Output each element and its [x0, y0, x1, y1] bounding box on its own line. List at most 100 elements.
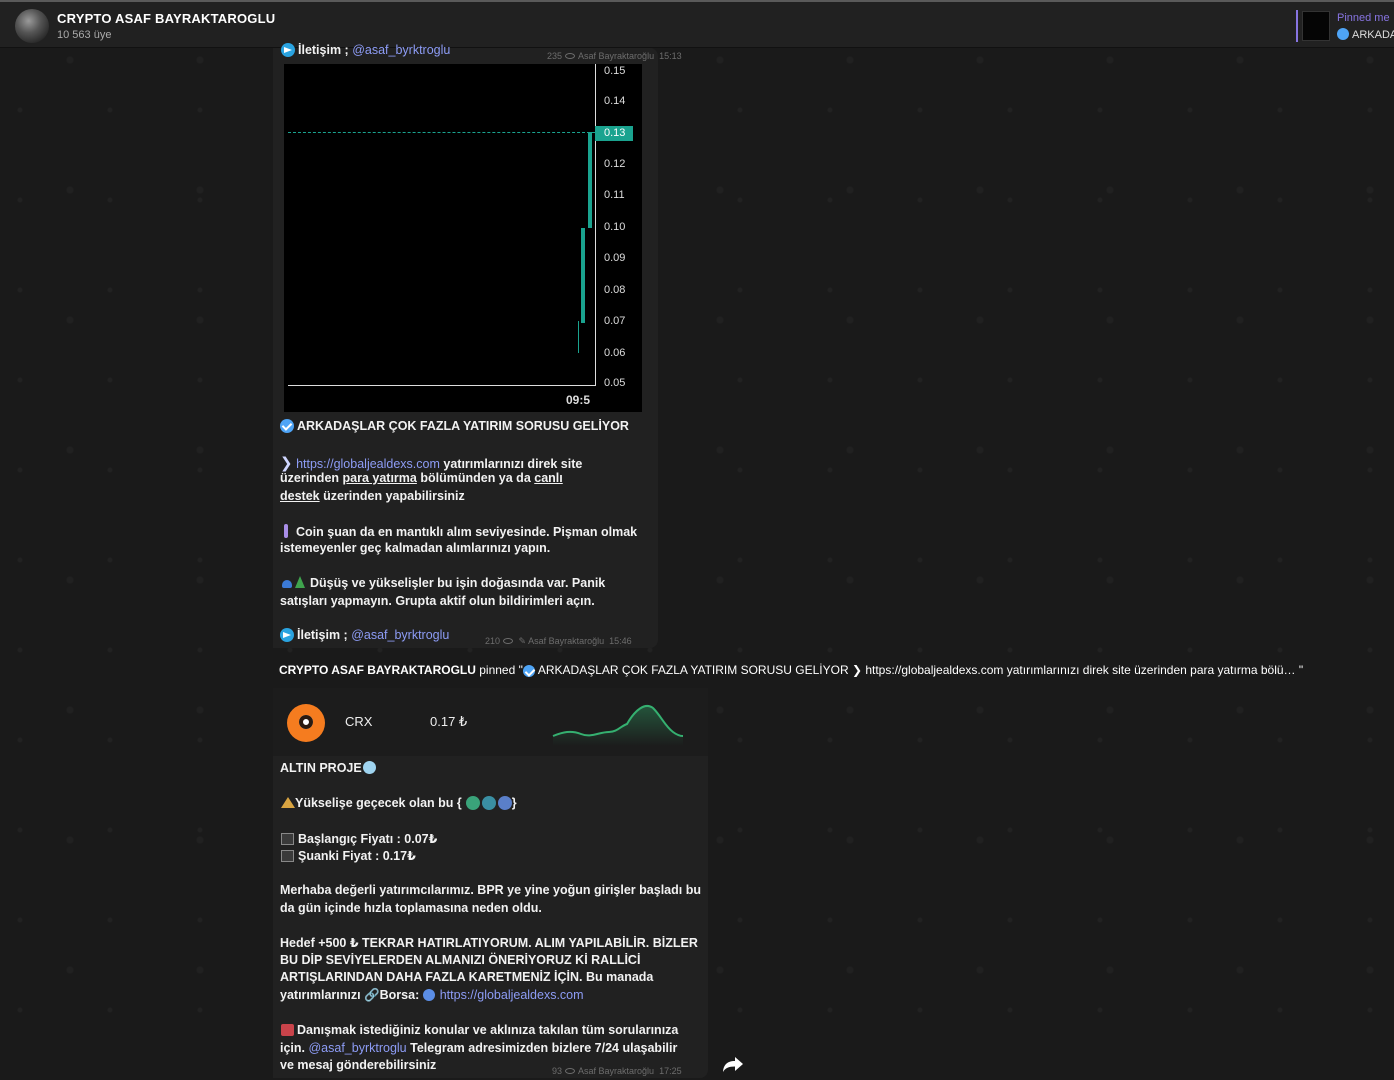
chat-header[interactable]: CRYPTO ASAF BAYRAKTAROGLU 10 563 üye Pin… — [0, 2, 1394, 48]
site-link[interactable]: https://globaljealdexs.com — [440, 988, 584, 1002]
paragraph-line: ❯ https://globaljealdexs.com yatırımları… — [280, 454, 582, 472]
price-chart-image[interactable]: 0.15 0.14 0.12 0.11 0.10 0.09 0.08 0.07 … — [284, 64, 642, 412]
tree-icon — [295, 576, 305, 588]
price-tick: 0.06 — [604, 347, 626, 359]
message-time: 15:46 — [609, 636, 632, 646]
price-tick: 0.10 — [604, 221, 626, 233]
current-price: Şuanki Fiyat : 0.17₺ — [298, 849, 416, 863]
dragon-icon — [497, 796, 512, 810]
paragraph-text: Düşüş ve yükselişler bu işin doğasında v… — [310, 576, 606, 590]
crx-ticker: CRX — [345, 714, 373, 729]
pinned-thumbnail[interactable] — [1302, 11, 1330, 41]
contact-line: İletişim ; @asaf_byrktroglu — [280, 628, 449, 642]
paragraph-text: istemeyenler geç kalmadan alımlarınızı y… — [280, 541, 551, 555]
price-tick: 0.14 — [604, 95, 626, 107]
paragraph-text: yatırımlarınızı — [280, 988, 365, 1002]
paragraph-line: için. @asaf_byrktroglu Telegram adresimi… — [280, 1041, 677, 1055]
forward-icon[interactable] — [722, 1055, 744, 1073]
price-tick: 0.05 — [604, 377, 626, 389]
globe-icon — [422, 989, 435, 1001]
message-meta: 235 Asaf Bayraktaroğlu 15:13 — [547, 51, 682, 61]
paragraph-line: Yükselişe geçecek olan bu {} — [281, 796, 517, 810]
pinned-preview-text: ARKADA — [1352, 29, 1394, 41]
price-tick: 0.15 — [604, 65, 626, 77]
paragraph-text: } — [511, 796, 517, 810]
message-title: ALTIN PROJE — [280, 761, 376, 775]
candle — [588, 132, 592, 228]
message-author: Asaf Bayraktaroğlu — [578, 1066, 655, 1076]
paragraph-line: Şuanki Fiyat : 0.17₺ — [281, 848, 416, 863]
paragraph-line: BU DİP SEVİYELERDEN ALMANIZI ÖNERİYORUZ … — [280, 953, 640, 967]
crx-price-card[interactable]: CRX 0.17 ₺ — [273, 688, 708, 756]
channel-title[interactable]: CRYPTO ASAF BAYRAKTAROGLU — [57, 11, 275, 26]
contact-handle-link[interactable]: @asaf_byrktroglu — [352, 43, 450, 57]
paragraph-text: satışları yapmayın. Grupta aktif olun bi… — [280, 594, 595, 608]
paragraph-line: üzerinden para yatırma bölümünden ya da … — [280, 471, 563, 485]
title-text: ALTIN PROJE — [280, 761, 362, 775]
current-price-line — [288, 132, 595, 133]
price-tick: 0.08 — [604, 284, 626, 296]
paragraph-line: da gün içinde hızla toplamasına neden ol… — [280, 901, 542, 915]
paragraph-line: Düşüş ve yükselişler bu işin doğasında v… — [282, 576, 605, 590]
paragraph-line: Coin şuan da en mantıklı alım seviyesind… — [284, 524, 637, 539]
paragraph-line: satışları yapmayın. Grupta aktif olun bi… — [280, 594, 595, 608]
paragraph-text: Telegram adresimizden bizlere 7/24 ulaşa… — [406, 1041, 678, 1055]
dragon-icon — [465, 796, 480, 810]
paragraph-text: için. — [280, 1041, 309, 1055]
headline-text: ARKADAŞLAR ÇOK FAZLA YATIRIM SORUSU GELİ… — [297, 419, 629, 433]
pin-service-message[interactable]: CRYPTO ASAF BAYRAKTAROGLU pinned " ARKADA… — [273, 661, 1313, 681]
member-count: 10 563 üye — [57, 29, 112, 41]
telegram-icon — [280, 628, 294, 642]
headline: ARKADAŞLAR ÇOK FAZLA YATIRIM SORUSU GELİ… — [280, 419, 629, 433]
chart-time-label: 09:5 — [566, 393, 591, 407]
view-count: 210 — [485, 636, 501, 646]
paragraph-line: Danışmak istediğiniz konular ve aklınıza… — [281, 1023, 678, 1037]
diamond-icon — [362, 761, 376, 774]
paragraph-text: üzerinden — [280, 471, 343, 485]
price-tick: 0.12 — [604, 158, 626, 170]
paragraph-line: yatırımlarınızı 🔗Borsa: https://globalje… — [280, 988, 584, 1003]
paragraph-line: Başlangıç Fiyatı : 0.07₺ — [281, 831, 437, 846]
view-count: 93 — [552, 1066, 563, 1076]
paragraph-text: Coin şuan da en mantıklı alım seviyesind… — [296, 525, 638, 539]
price-tick: 0.07 — [604, 315, 626, 327]
chart-up-icon — [281, 833, 294, 845]
pinned-message-preview[interactable]: ARKADA — [1337, 28, 1394, 41]
thermometer-icon — [284, 524, 288, 538]
verified-icon — [280, 419, 294, 433]
message-meta: 93 Asaf Bayraktaroğlu 17:25 — [552, 1066, 682, 1076]
warning-icon — [281, 797, 295, 808]
eye-icon — [565, 53, 576, 59]
paragraph-line: istemeyenler geç kalmadan alımlarınızı y… — [280, 541, 550, 555]
down-chart-icon — [282, 580, 292, 588]
crx-logo-icon — [287, 704, 325, 742]
underlined-text: canlı — [534, 471, 563, 485]
contact-handle-link[interactable]: @asaf_byrktroglu — [351, 628, 449, 642]
paragraph-text: ARTIŞLARINDAN DAHA FAZLA KARETMENİZ İÇİN… — [280, 970, 654, 984]
verified-icon — [522, 665, 535, 677]
contact-label: İletişim ; — [297, 628, 352, 642]
price-tick: 0.11 — [604, 189, 625, 201]
sparkline-area — [553, 705, 683, 746]
paragraph-text: Merhaba değerli yatırımcılarımız. BPR ye… — [280, 883, 701, 897]
message-author: Asaf Bayraktaroğlu — [578, 51, 655, 61]
dragon-icon — [481, 796, 496, 810]
pinned-message-label[interactable]: Pinned me — [1337, 12, 1390, 24]
chart-time-axis — [288, 385, 595, 386]
underlined-text: para yatırma — [342, 471, 417, 485]
pin-actor[interactable]: CRYPTO ASAF BAYRAKTAROGLU — [279, 663, 476, 677]
site-link[interactable]: https://globaljealdexs.com — [296, 457, 440, 471]
channel-avatar[interactable] — [15, 9, 49, 43]
contact-handle-link[interactable]: @asaf_byrktroglu — [308, 1041, 406, 1055]
message-meta: 210 ✎ Asaf Bayraktaroğlu 15:46 — [485, 636, 632, 646]
eye-icon — [565, 1068, 576, 1074]
paragraph-text: Hedef +500 ₺ TEKRAR HATIRLATIYORUM. ALIM… — [280, 936, 698, 950]
chart-up-icon — [281, 850, 294, 862]
chart-price-axis — [595, 64, 596, 386]
current-price-label: 0.13 — [595, 126, 633, 141]
candle-wick — [578, 321, 579, 353]
paragraph-line: ve mesaj gönderebilirsiniz — [280, 1058, 436, 1072]
pin-verb: pinned " — [475, 663, 523, 677]
message-time: 15:13 — [659, 51, 682, 61]
link-icon: 🔗 — [364, 988, 380, 1002]
